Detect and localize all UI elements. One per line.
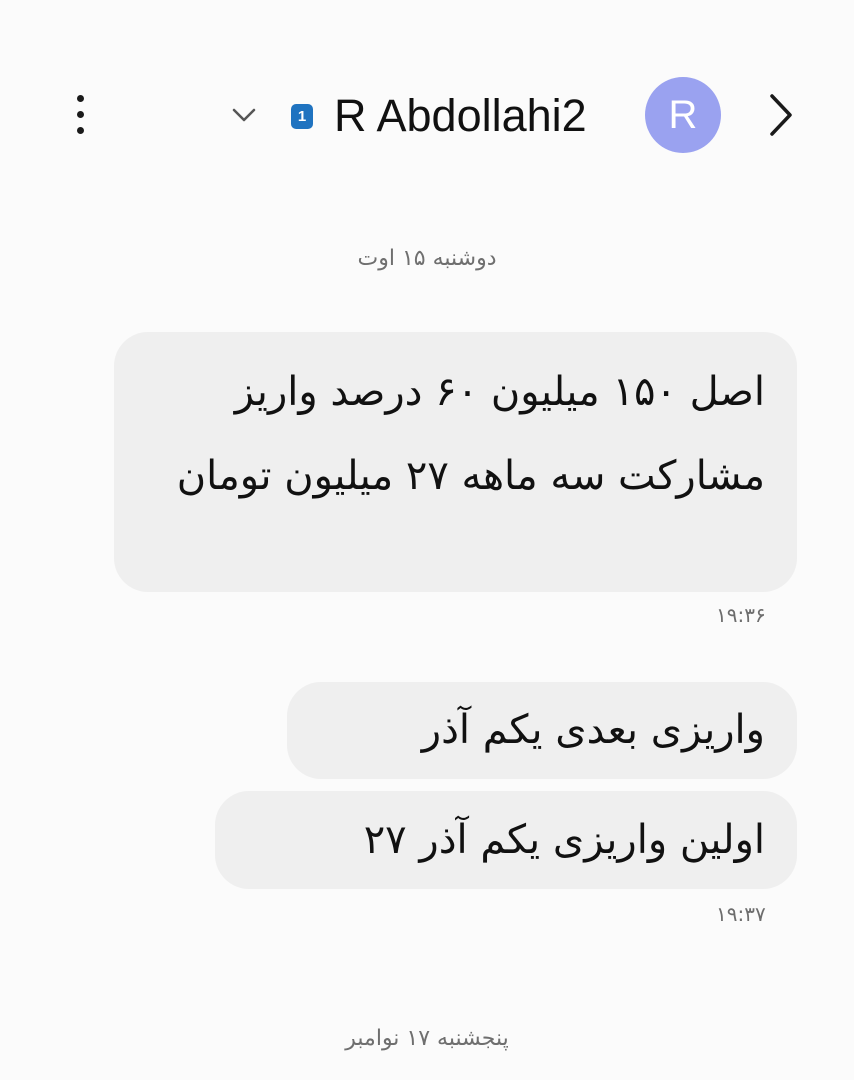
- date-separator: پنجشنبه ۱۷ نوامبر: [345, 1026, 509, 1051]
- date-separator: دوشنبه ۱۵ اوت: [357, 246, 497, 271]
- more-vertical-icon: [76, 110, 84, 118]
- message-bubble[interactable]: اولین واریزی یکم آذر ۲۷: [215, 791, 797, 889]
- more-vertical-icon: [76, 94, 84, 102]
- sim-card-icon: 1: [291, 104, 313, 129]
- contact-name: R Abdollahi2: [334, 90, 587, 141]
- more-vertical-icon: [76, 126, 84, 134]
- expand-contact-button[interactable]: [226, 98, 262, 134]
- contact-details-button[interactable]: [760, 90, 804, 140]
- message-timestamp: ۱۹:۳۷: [716, 902, 766, 926]
- message-timestamp: ۱۹:۳۶: [716, 603, 766, 627]
- message-bubble[interactable]: اصل ۱۵۰ میلیون ۶۰ درصد واریز مشارکت سه م…: [114, 332, 797, 592]
- chevron-right-icon: [770, 94, 792, 136]
- message-bubble[interactable]: واریزی بعدی یکم آذر: [287, 682, 797, 779]
- more-options-button[interactable]: [56, 90, 104, 138]
- avatar[interactable]: R: [645, 77, 721, 153]
- chevron-down-icon: [232, 108, 256, 122]
- conversation-header: 1 R Abdollahi2 R: [0, 0, 854, 220]
